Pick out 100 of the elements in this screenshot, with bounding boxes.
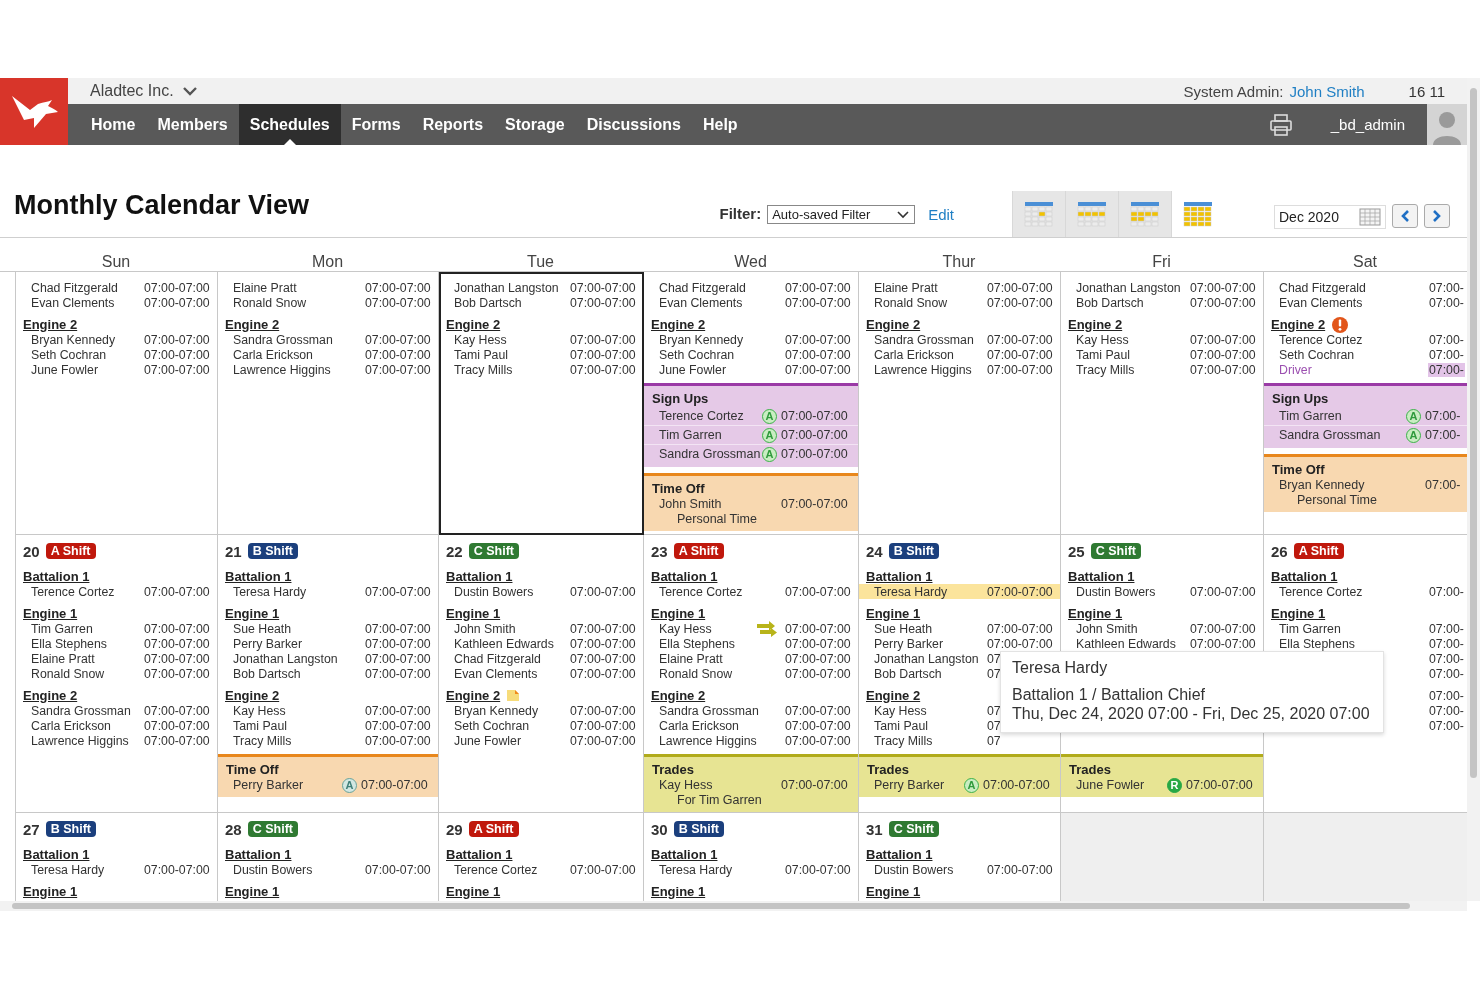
staff-name[interactable]: Jonathan Langston	[1076, 280, 1183, 295]
staff-name[interactable]: Ella Stephens	[31, 636, 137, 651]
note-icon[interactable]	[506, 689, 521, 702]
staff-name[interactable]: Elaine Pratt	[659, 651, 778, 666]
unit-heading[interactable]: Battalion 1	[446, 569, 513, 584]
unit-heading[interactable]: Engine 1	[23, 606, 78, 621]
staff-name[interactable]: Bob Dartsch	[1076, 295, 1183, 310]
staff-name[interactable]: Tracy Mills	[233, 733, 358, 748]
staff-name[interactable]: Tracy Mills	[454, 362, 563, 377]
unit-heading[interactable]: Engine 1	[1271, 606, 1326, 621]
unit-heading[interactable]: Engine 1	[23, 884, 78, 899]
day-cell[interactable]	[439, 535, 644, 813]
staff-name[interactable]: Dustin Bowers	[454, 584, 563, 599]
staff-name[interactable]: Chad Fitzgerald	[454, 651, 563, 666]
staff-name[interactable]: Evan Clements	[31, 295, 137, 310]
unit-heading[interactable]: Engine 1	[651, 606, 706, 621]
nav-tab[interactable]: Forms	[340, 104, 412, 145]
unit-heading[interactable]: Engine 1	[446, 884, 501, 899]
staff-name[interactable]: Elaine Pratt	[233, 280, 358, 295]
staff-name[interactable]: Tami Paul	[874, 718, 980, 733]
staff-name[interactable]: Ronald Snow	[659, 666, 778, 681]
unit-heading[interactable]: Engine 2	[23, 317, 78, 332]
staff-name[interactable]: Sandra Grossman	[659, 703, 778, 718]
staff-name[interactable]: Teresa Hardy	[659, 862, 778, 877]
staff-name[interactable]: Kay Hess	[454, 332, 563, 347]
staff-name[interactable]: Bryan Kennedy	[31, 332, 137, 347]
staff-name[interactable]: June Fowler	[454, 733, 563, 748]
unit-heading[interactable]: Battalion 1	[225, 847, 292, 862]
chevron-down-icon[interactable]	[181, 86, 198, 96]
day-cell[interactable]	[218, 535, 439, 813]
unit-heading[interactable]: Engine 2	[225, 317, 280, 332]
unit-heading[interactable]: Battalion 1	[866, 847, 933, 862]
unit-heading[interactable]: Engine 1	[1068, 606, 1123, 621]
nav-tab[interactable]: Discussions	[575, 104, 692, 145]
unit-heading[interactable]: Engine 2	[651, 688, 706, 703]
unit-heading[interactable]: Battalion 1	[446, 847, 513, 862]
highlighted-shift-row[interactable]: Teresa Hardy 07:00-07:00	[859, 584, 1060, 599]
nav-tab[interactable]: Storage	[494, 104, 576, 145]
unit-heading[interactable]: Battalion 1	[23, 569, 90, 584]
staff-name[interactable]: Elaine Pratt	[31, 651, 137, 666]
unit-heading[interactable]: Engine 2	[446, 688, 501, 703]
staff-name[interactable]: Kathleen Edwards	[1076, 636, 1183, 651]
staff-name[interactable]: Bryan Kennedy	[659, 332, 778, 347]
unit-heading[interactable]: Engine 1	[866, 884, 921, 899]
staff-name[interactable]: John Smith	[1076, 621, 1183, 636]
staff-name[interactable]: Lawrence Higgins	[233, 362, 358, 377]
staff-name[interactable]: Teresa Hardy	[31, 862, 137, 877]
unit-heading[interactable]: Engine 1	[446, 606, 501, 621]
staff-name[interactable]: Kathleen Edwards	[454, 636, 563, 651]
staff-name[interactable]: Lawrence Higgins	[31, 733, 137, 748]
staff-name[interactable]: Evan Clements	[454, 666, 563, 681]
staff-name[interactable]: Evan Clements	[659, 295, 778, 310]
staff-name[interactable]: Teresa Hardy	[233, 584, 358, 599]
staff-name[interactable]: Perry Barker	[874, 778, 964, 793]
staff-name[interactable]: Kay Hess	[659, 778, 781, 793]
staff-name[interactable]: Dustin Bowers	[233, 862, 358, 877]
unit-heading[interactable]: Battalion 1	[866, 569, 933, 584]
staff-name[interactable]: Bob Dartsch	[454, 295, 563, 310]
unit-heading[interactable]: Engine 2	[1271, 317, 1326, 332]
unit-heading[interactable]: Engine 1	[225, 606, 280, 621]
staff-name[interactable]: June Fowler	[659, 362, 778, 377]
unit-heading[interactable]: Battalion 1	[1271, 569, 1338, 584]
user-link[interactable]: John Smith	[1289, 82, 1365, 100]
staff-name[interactable]: Terence Cortez	[454, 862, 563, 877]
staff-name[interactable]: Chad Fitzgerald	[1279, 280, 1422, 295]
staff-name[interactable]: Bryan Kennedy	[454, 703, 563, 718]
staff-name[interactable]: Jonathan Langston	[233, 651, 358, 666]
staff-name[interactable]: Tracy Mills	[874, 733, 980, 748]
nav-tab[interactable]: Home	[80, 104, 147, 145]
staff-name[interactable]: Terence Cortez	[659, 584, 778, 599]
unit-heading[interactable]: Engine 2	[225, 688, 280, 703]
staff-name[interactable]: Teresa Hardy	[874, 584, 980, 599]
staff-name[interactable]: Tami Paul	[454, 347, 563, 362]
unit-heading[interactable]: Battalion 1	[651, 569, 718, 584]
staff-name[interactable]: Seth Cochran	[31, 347, 137, 362]
staff-name[interactable]: Ronald Snow	[233, 295, 358, 310]
unit-heading[interactable]: Engine 2	[23, 688, 78, 703]
staff-name[interactable]: Carla Erickson	[874, 347, 980, 362]
unit-heading[interactable]: Engine 2	[651, 317, 706, 332]
staff-name[interactable]: Tim Garren	[1279, 408, 1406, 424]
staff-name[interactable]: Dustin Bowers	[1076, 584, 1183, 599]
staff-name[interactable]: Tim Garren	[1279, 621, 1422, 636]
staff-name[interactable]: Kay Hess	[233, 703, 358, 718]
staff-name[interactable]: Lawrence Higgins	[874, 362, 980, 377]
staff-name[interactable]: Jonathan Langston	[874, 651, 980, 666]
staff-name[interactable]: Jonathan Langston	[454, 280, 563, 295]
staff-name[interactable]: Ronald Snow	[31, 666, 137, 681]
staff-name[interactable]: Ella Stephens	[659, 636, 778, 651]
staff-name[interactable]: Carla Erickson	[659, 718, 778, 733]
unit-heading[interactable]: Engine 1	[651, 884, 706, 899]
staff-name[interactable]: Carla Erickson	[31, 718, 137, 733]
staff-name[interactable]: Terence Cortez	[31, 584, 137, 599]
nav-tab[interactable]: Help	[691, 104, 749, 145]
unit-heading[interactable]: Engine 2	[866, 688, 921, 703]
staff-name[interactable]: John Smith	[454, 621, 563, 636]
staff-name[interactable]: Perry Barker	[874, 636, 980, 651]
staff-name[interactable]: Evan Clements	[1279, 295, 1422, 310]
staff-name[interactable]: Sandra Grossman	[1279, 427, 1406, 443]
staff-name[interactable]: Bob Dartsch	[874, 666, 980, 681]
staff-name[interactable]: June Fowler	[1076, 778, 1167, 793]
